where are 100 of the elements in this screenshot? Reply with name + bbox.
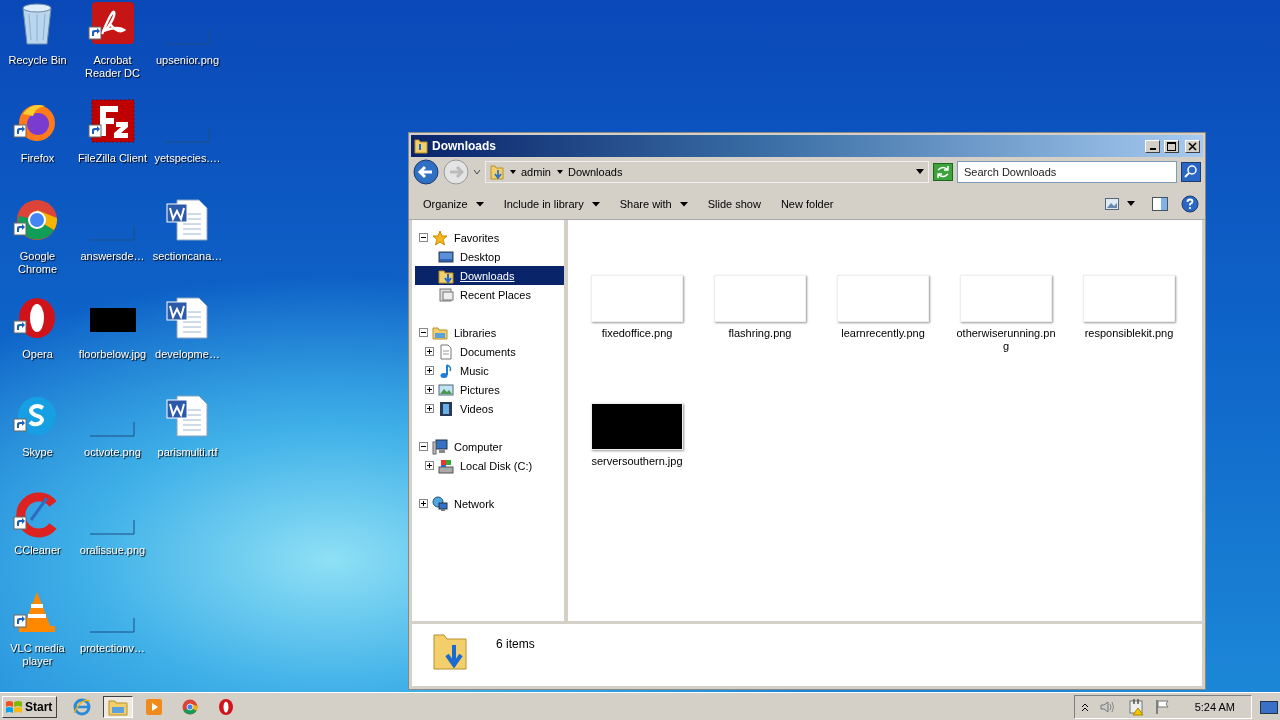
image-thumbnail[interactable]	[960, 275, 1052, 322]
caret-icon[interactable]	[556, 169, 563, 175]
toolbar-button[interactable]: Slide show	[699, 194, 769, 214]
nav-item[interactable]: Libraries	[452, 325, 499, 340]
collapse-icon[interactable]	[419, 328, 428, 337]
nav-item[interactable]: Music	[458, 363, 491, 378]
file-name[interactable]: flashring.png	[710, 327, 810, 340]
nav-item[interactable]: Pictures	[458, 382, 502, 397]
folder-icon	[108, 697, 129, 716]
nav-item[interactable]: Favorites	[452, 230, 502, 245]
image-thumbnail[interactable]	[837, 275, 929, 322]
maximize-button[interactable]	[1164, 139, 1179, 153]
caret-icon[interactable]	[916, 169, 924, 175]
caret-icon	[475, 201, 484, 207]
star-icon	[432, 229, 448, 246]
expand-icon[interactable]	[425, 461, 434, 470]
image-thumbnail[interactable]	[714, 275, 806, 322]
address-bar[interactable]: admin Downloads	[485, 161, 929, 183]
videos-icon	[438, 400, 454, 417]
close-button[interactable]	[1185, 139, 1200, 153]
search-field[interactable]: Search Downloads	[957, 161, 1177, 183]
computer-icon	[432, 438, 448, 455]
nav-item[interactable]: Documents	[458, 344, 518, 359]
maximize-icon	[1167, 141, 1176, 151]
file-name[interactable]: otherwiserunning.png	[956, 327, 1056, 353]
toolbar-button[interactable]: Organize	[415, 194, 492, 214]
desktop-icon-label[interactable]: developme…	[155, 348, 220, 361]
desktop-icon-label[interactable]: answersde…	[80, 250, 145, 263]
app-icon[interactable]	[87, 98, 138, 146]
nav-item[interactable]: Local Disk (C:)	[458, 458, 535, 473]
recent-icon	[438, 286, 454, 303]
file-name[interactable]: learnrecently.png	[833, 327, 933, 340]
desktop-icon-label[interactable]: FileZilla Client	[77, 152, 148, 165]
show-desktop-icon[interactable]	[1260, 698, 1278, 715]
music-icon	[438, 362, 454, 379]
view-icon[interactable]	[1105, 198, 1119, 210]
taskbar-button[interactable]	[103, 695, 134, 718]
network-warning-icon[interactable]	[1126, 697, 1145, 716]
desktop-icon-label[interactable]: Opera	[22, 348, 53, 361]
collapse-icon[interactable]	[419, 442, 428, 451]
desktop-icon-label[interactable]: sectioncana…	[152, 250, 223, 263]
chevron-icon[interactable]	[1080, 701, 1089, 712]
collapse-icon[interactable]	[419, 233, 428, 242]
desktop-icon-label[interactable]: floorbelow.jpg	[78, 348, 147, 361]
desktop-icon-label[interactable]: Firefox	[20, 152, 55, 165]
app-icon	[217, 697, 236, 716]
disk-icon	[438, 457, 454, 474]
nav-item[interactable]: Videos	[458, 401, 496, 416]
toolbar-button[interactable]: Include in library	[495, 194, 608, 214]
documents-icon	[438, 343, 454, 360]
file-name[interactable]: fixedoffice.png	[587, 327, 687, 340]
image-thumbnail[interactable]	[1083, 275, 1175, 322]
nav-item[interactable]: Computer	[452, 439, 505, 454]
toolbar-button[interactable]: New folder	[772, 194, 842, 214]
breadcrumb[interactable]: Downloads	[567, 166, 623, 178]
expand-icon[interactable]	[425, 366, 434, 375]
preview-pane-icon[interactable]	[1151, 196, 1169, 212]
file-name[interactable]: serversouthern.jpg	[587, 455, 687, 468]
desktop-icon-label[interactable]: Acrobat Reader DC	[75, 54, 150, 80]
image-thumbnail[interactable]	[591, 275, 683, 322]
app-icon	[72, 696, 93, 717]
folder-icon	[414, 138, 428, 154]
image-thumbnail[interactable]	[591, 403, 683, 450]
window-title: Downloads	[432, 139, 497, 153]
folder-icon	[490, 164, 504, 180]
caret-icon	[591, 201, 600, 207]
expand-icon[interactable]	[419, 499, 428, 508]
breadcrumb[interactable]: admin	[521, 166, 551, 178]
start-button[interactable]: Start	[2, 695, 58, 718]
desktop-icon-label[interactable]: Recycle Bin	[8, 54, 67, 67]
refresh-icon[interactable]	[933, 163, 953, 181]
desktop-icon-label[interactable]: upsenior.png	[156, 54, 219, 67]
file-name[interactable]: responsiblekit.png	[1079, 327, 1179, 340]
clock[interactable]: 5:24 AM	[1194, 700, 1235, 713]
desktop-icon	[438, 248, 454, 265]
minimize-button[interactable]	[1145, 139, 1160, 153]
flag-icon[interactable]	[1154, 698, 1171, 715]
downloads-icon	[438, 267, 454, 284]
windows-logo-icon	[5, 698, 23, 715]
expand-icon[interactable]	[425, 385, 434, 394]
network-icon	[432, 495, 448, 512]
pictures-icon	[438, 381, 454, 398]
minimize-icon	[1149, 148, 1156, 150]
toolbar-button[interactable]: Share with	[611, 194, 696, 214]
expand-icon[interactable]	[425, 404, 434, 413]
desktop-icon-label[interactable]: yetspecies.…	[154, 152, 221, 165]
expand-icon[interactable]	[425, 347, 434, 356]
app-icon	[181, 697, 200, 716]
caret-icon	[679, 201, 688, 207]
search-icon[interactable]	[1181, 162, 1201, 182]
caret-icon[interactable]	[510, 169, 516, 175]
help-icon[interactable]	[1181, 195, 1199, 213]
nav-item[interactable]: Desktop	[458, 249, 503, 264]
library-icon	[432, 324, 448, 341]
back-icon[interactable]	[413, 159, 439, 185]
nav-item[interactable]: Network	[452, 496, 497, 511]
nav-item[interactable]: Recent Places	[458, 287, 533, 302]
desktop-icon-label[interactable]: Google Chrome	[0, 250, 75, 276]
item-count: 6 items	[496, 637, 535, 651]
close-icon	[1188, 141, 1197, 151]
